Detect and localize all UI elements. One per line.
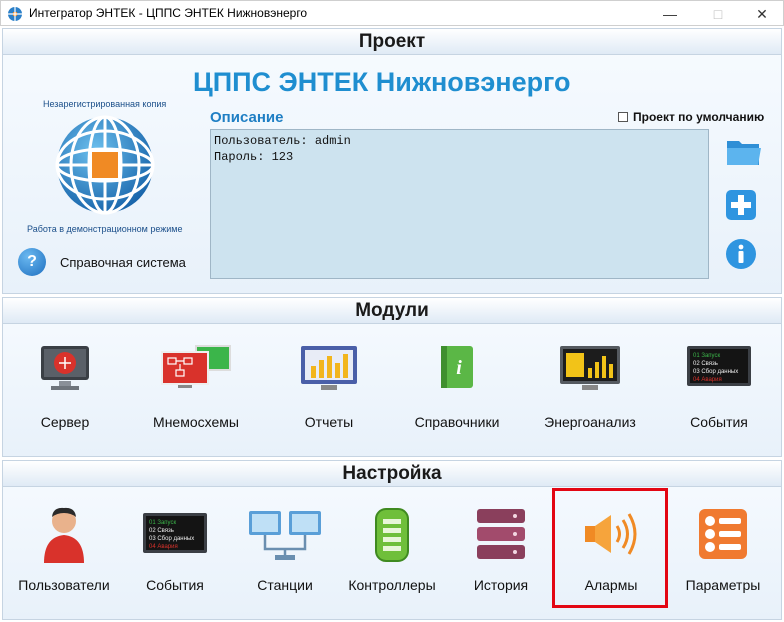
svg-text:i: i: [456, 357, 462, 379]
help-icon[interactable]: ?: [18, 248, 46, 276]
module-energy-analysis[interactable]: Энергоанализ: [535, 344, 645, 434]
default-project-checkbox[interactable]: [618, 112, 628, 122]
description-textarea[interactable]: Пользователь: admin Пароль: 123: [210, 129, 709, 279]
events-line-2: 02 Связь: [149, 528, 174, 534]
open-folder-icon[interactable]: [725, 135, 763, 169]
title-bar: Интегратор ЭНТЕК - ЦППС ЭНТЕК Нижновэнер…: [0, 0, 784, 26]
modules-header: Модули: [3, 298, 781, 324]
maximize-button[interactable]: □: [695, 1, 741, 27]
module-server-label: Сервер: [40, 414, 90, 430]
events-line-1: 01 Запуск: [149, 520, 176, 526]
events-line-3: 03 Сбор данных: [693, 369, 738, 375]
setting-controllers[interactable]: Контроллеры: [341, 505, 443, 597]
setting-stations-label: Станции: [257, 577, 313, 593]
events-icon: 01 Запуск 02 Связь 03 Сбор данных 04 Ава…: [143, 513, 207, 553]
setting-users[interactable]: Пользователи: [11, 505, 117, 597]
setting-history-label: История: [473, 577, 529, 593]
alarms-highlight-frame: [552, 488, 668, 608]
default-project-label[interactable]: Проект по умолчанию: [633, 110, 764, 124]
reports-icon: [301, 346, 357, 390]
project-name: ЦППС ЭНТЕК Нижновэнерго: [193, 67, 571, 97]
module-server[interactable]: Сервер: [17, 344, 113, 434]
stations-icon: [249, 511, 321, 560]
reference-icon: i: [441, 346, 473, 388]
globe-logo-icon: [55, 115, 155, 215]
project-header: Проект: [3, 29, 781, 55]
setting-parameters[interactable]: Параметры: [673, 505, 773, 597]
events-line-4: 04 Авария: [693, 377, 722, 383]
description-label: Описание: [210, 109, 284, 126]
app-logo-icon: [8, 7, 22, 21]
settings-panel: Настройка Пользователи 01 Запуск 02 Связ…: [2, 460, 782, 620]
history-icon: [477, 509, 525, 559]
setting-events[interactable]: 01 Запуск 02 Связь 03 Сбор данных 04 Ава…: [127, 505, 223, 597]
module-mnemonic-label: Мнемосхемы: [153, 414, 239, 430]
info-icon[interactable]: [725, 238, 757, 270]
project-panel: Проект ЦППС ЭНТЕК Нижновэнерго Незарегис…: [2, 28, 782, 294]
module-events-label: События: [690, 414, 748, 430]
module-reports[interactable]: Отчеты: [281, 344, 377, 434]
help-system-link[interactable]: Справочная система: [60, 255, 186, 270]
demo-mode-label: Работа в демонстрационном режиме: [27, 224, 183, 234]
close-button[interactable]: ✕: [739, 1, 784, 27]
settings-header: Настройка: [3, 461, 781, 487]
setting-users-label: Пользователи: [18, 577, 110, 593]
events-line-2: 02 Связь: [693, 361, 718, 367]
setting-stations[interactable]: Станции: [235, 505, 335, 597]
module-reports-label: Отчеты: [304, 414, 354, 430]
unregistered-copy-label: Незарегистрированная копия: [43, 99, 167, 109]
controllers-icon: [375, 508, 409, 562]
setting-parameters-label: Параметры: [685, 577, 761, 593]
modules-panel: Модули Сервер Мнемосхемы Отчеты i Справо…: [2, 297, 782, 457]
window-title: Интегратор ЭНТЕК - ЦППС ЭНТЕК Нижновэнер…: [29, 6, 308, 20]
module-mnemonic[interactable]: Мнемосхемы: [143, 344, 249, 434]
user-icon: [44, 507, 84, 563]
energy-analysis-icon: [560, 346, 620, 390]
events-line-4: 04 Авария: [149, 544, 178, 550]
minimize-button[interactable]: —: [647, 1, 693, 27]
parameters-icon: [699, 509, 747, 559]
server-icon: [41, 346, 89, 390]
setting-controllers-label: Контроллеры: [348, 577, 436, 593]
add-icon[interactable]: [725, 189, 757, 221]
mnemonic-icon: [161, 345, 231, 388]
module-energy-analysis-label: Энергоанализ: [544, 414, 636, 430]
setting-events-label: События: [146, 577, 204, 593]
events-icon: 01 Запуск 02 Связь 03 Сбор данных 04 Ава…: [687, 346, 751, 386]
module-reference-label: Справочники: [414, 414, 500, 430]
events-line-1: 01 Запуск: [693, 353, 720, 359]
module-reference[interactable]: i Справочники: [407, 344, 507, 434]
module-events[interactable]: 01 Запуск 02 Связь 03 Сбор данных 04 Ава…: [671, 344, 767, 434]
events-line-3: 03 Сбор данных: [149, 536, 194, 542]
setting-history[interactable]: История: [455, 505, 547, 597]
